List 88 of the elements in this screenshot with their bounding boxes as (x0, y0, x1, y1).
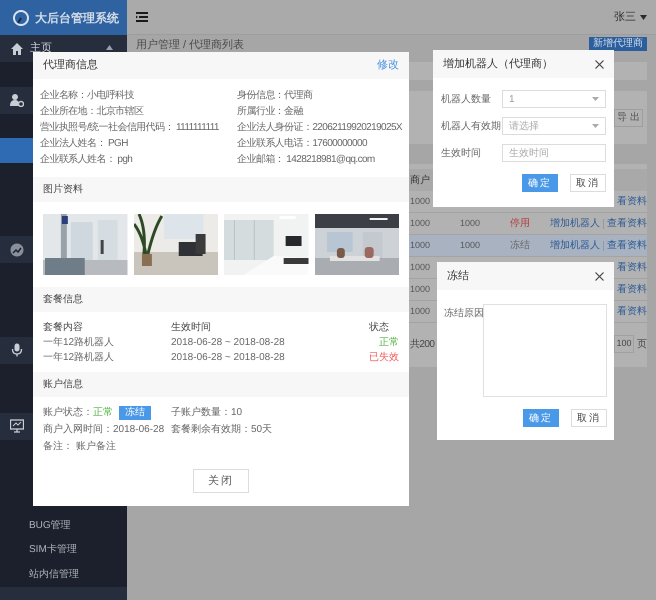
info-text: 营业执照号/统一社会信用代码： 1111111111 (40, 120, 220, 135)
row-link[interactable]: 看资料 (617, 282, 647, 297)
field-label: 生效时间 (441, 146, 482, 160)
menu-group-label: 主页 (30, 40, 52, 56)
section-title: 图片资料 (43, 182, 83, 197)
table-cell-text: 1000 (410, 238, 430, 252)
breadcrumb: 用户管理 / 代理商列表 (136, 38, 244, 53)
row-link[interactable]: 查看资料 (607, 238, 647, 253)
export-button[interactable]: 导 出 (614, 108, 643, 126)
reason-text-area[interactable] (483, 304, 607, 397)
page-label: 页 (637, 338, 647, 352)
row-link[interactable]: 看资料 (617, 194, 647, 209)
caret-icon (592, 124, 599, 128)
section-title: 账户信息 (43, 378, 83, 392)
table-cell-text: 1000 (410, 304, 430, 318)
user-name[interactable]: 张三 (614, 8, 636, 26)
info-text: 企业联系人电话：17600000000 (237, 136, 368, 151)
account-status: 正常 (93, 406, 113, 420)
column-header: 商户 (410, 174, 431, 188)
field-label: 冻结原因 (444, 306, 483, 321)
info-text: 身份信息：代理商 (237, 88, 314, 103)
logo-icon (12, 8, 30, 26)
page-size-field[interactable]: 100 (614, 335, 634, 353)
dialog-title: 冻结 (447, 268, 469, 284)
column-header: 状态 (369, 320, 390, 335)
close-icon (595, 272, 604, 280)
account-status-label: 账户状态： (43, 406, 93, 420)
row-link[interactable]: 查看资料 (607, 216, 647, 231)
select-field[interactable]: 请选择 (502, 117, 606, 135)
field-label: 机器人数量 (441, 92, 492, 106)
cancel-button[interactable]: 取消 (571, 409, 607, 427)
select-field[interactable]: 1 (502, 90, 606, 108)
total-count: 共200 (410, 338, 434, 352)
row-link[interactable]: 增加机器人 (550, 238, 600, 253)
status-text: 冻结 (510, 238, 530, 253)
info-text: 企业名称：小电呼科技 (40, 88, 136, 103)
confirm-button[interactable]: 确定 (523, 409, 559, 427)
info-text: 子账户数量：10 (171, 406, 244, 420)
field-label: 机器人有效期 (441, 120, 502, 134)
user-gear-icon (10, 93, 24, 107)
info-text: 企业法人姓名： PGH (40, 136, 129, 151)
monitor-icon (10, 419, 24, 433)
table-cell-text: 1000 (460, 216, 480, 230)
close-button[interactable]: 关闭 (193, 469, 249, 493)
row-link[interactable]: 看资料 (617, 304, 647, 319)
input-field[interactable]: 生效时间 (502, 144, 606, 162)
menu-item[interactable]: SIM卡管理 (0, 538, 127, 562)
table-cell-text: 1000 (410, 216, 430, 230)
status-text: 正常 (379, 336, 399, 350)
chart-icon (10, 242, 24, 256)
add-agent-button[interactable]: 新增代理商 (589, 37, 647, 51)
table-cell-text: 2018-06-28 ~ 2018-08-28 (171, 336, 286, 350)
table-cell-text: 1000 (410, 282, 430, 296)
row-link[interactable]: 看资料 (617, 260, 647, 275)
column-header: 生效时间 (171, 320, 212, 335)
table-cell-text: 一年12路机器人 (43, 336, 116, 350)
table-cell-text: 2018-06-28 ~ 2018-08-28 (171, 351, 286, 365)
logo-text: 大后台管理系统 (35, 10, 119, 26)
caret-icon (592, 97, 599, 101)
status-text: 已失效 (369, 350, 399, 365)
table-cell-text: 1000 (410, 260, 430, 274)
info-text: 套餐剩余有效期：50天 (171, 422, 274, 437)
row-link[interactable]: 增加机器人 (550, 216, 600, 231)
info-text: 备注： 账户备注 (43, 440, 117, 454)
close-icon (595, 60, 604, 68)
cancel-button[interactable]: 取消 (570, 174, 606, 192)
info-text: 企业邮箱： 1428218981@qq.com (237, 152, 376, 167)
freeze-button[interactable]: 冻结 (119, 406, 151, 420)
info-text: 企业法人身份证：22062119920219025X (237, 120, 402, 135)
edit-link[interactable]: 修改 (377, 57, 399, 74)
status-text: 停用 (510, 217, 530, 231)
microphone-icon (10, 343, 24, 357)
caret-icon (640, 14, 647, 20)
table-cell-text: 1000 (410, 194, 430, 208)
column-header: 套餐内容 (43, 320, 84, 335)
table-cell-text: 1000 (460, 238, 480, 252)
info-text: 企业所在地：北京市辖区 (40, 104, 145, 119)
menu-icon (136, 12, 148, 22)
section-title: 套餐信息 (43, 292, 83, 307)
dialog-title: 增加机器人（代理商） (443, 56, 553, 72)
table-cell-text: 一年12路机器人 (43, 350, 116, 365)
info-text: 商户入网时间：2018-06-28 (43, 422, 166, 437)
confirm-button[interactable]: 确定 (522, 174, 558, 192)
menu-item[interactable]: BUG管理 (0, 513, 127, 538)
menu-item[interactable]: 站内信管理 (0, 562, 127, 586)
home-icon (10, 42, 24, 56)
info-text: 所属行业：金融 (237, 104, 304, 119)
info-text: 企业联系人姓名： pgh (40, 152, 134, 167)
